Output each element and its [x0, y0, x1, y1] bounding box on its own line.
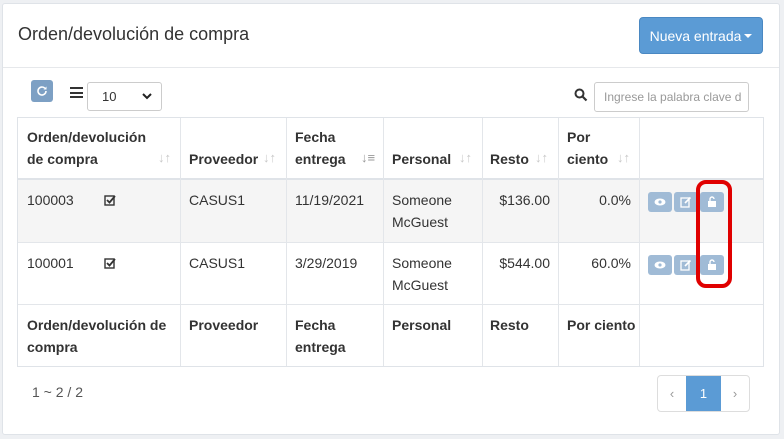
header-provider[interactable]: Proveedor — [189, 148, 258, 170]
eye-icon — [654, 261, 666, 269]
footer-percent: Por ciento — [567, 317, 636, 333]
edit-button[interactable] — [674, 255, 698, 275]
column-divider — [482, 118, 483, 366]
pagination-info: 1 ~ 2 / 2 — [32, 384, 83, 400]
column-divider — [383, 118, 384, 366]
edit-button[interactable] — [674, 192, 698, 212]
search-placeholder: Ingrese la palabra clave d — [604, 90, 742, 104]
list-icon — [70, 87, 83, 98]
sort-icon[interactable]: ↓↑ — [459, 150, 472, 165]
header-percent[interactable]: Por ciento — [567, 126, 608, 170]
order-number[interactable]: 100001 — [27, 252, 74, 274]
percent-cell: 0.0% — [599, 192, 631, 208]
search-icon — [574, 88, 588, 102]
new-entry-button[interactable]: Nueva entrada — [639, 17, 763, 54]
pagination: ‹ 1 › — [657, 375, 750, 412]
column-divider — [558, 118, 559, 366]
header-rest[interactable]: Resto — [490, 148, 529, 170]
view-button[interactable] — [648, 192, 672, 212]
prev-page-button[interactable]: ‹ — [658, 376, 686, 411]
next-page-button[interactable]: › — [721, 376, 749, 411]
footer-staff: Personal — [392, 317, 452, 333]
page-1-button[interactable]: 1 — [686, 376, 721, 411]
column-divider — [639, 118, 640, 366]
sort-icon[interactable]: ↓↑ — [158, 150, 171, 165]
sort-icon[interactable]: ↓↑ — [535, 150, 548, 165]
date-cell: 3/29/2019 — [295, 255, 358, 271]
footer-order: Orden/devolución de compra — [27, 317, 167, 355]
provider-cell: CASUS1 — [189, 192, 246, 208]
eye-icon — [654, 198, 666, 206]
chevron-down-icon — [142, 93, 152, 100]
footer-rest: Resto — [490, 317, 529, 333]
search-input[interactable]: Ingrese la palabra clave d — [594, 82, 749, 112]
view-button[interactable] — [648, 255, 672, 275]
refresh-button[interactable] — [31, 80, 53, 102]
sort-icon[interactable]: ↓↑ — [263, 150, 276, 165]
caret-down-icon — [744, 33, 753, 38]
rest-cell: $544.00 — [499, 255, 550, 271]
sort-icon[interactable]: ↓↑ — [617, 150, 630, 165]
checked-box-icon — [104, 258, 116, 269]
page-title: Orden/devolución de compra — [18, 24, 250, 44]
provider-cell: CASUS1 — [189, 255, 246, 271]
order-number[interactable]: 100003 — [27, 189, 74, 211]
panel-header: Orden/devolución de compra Nueva entrada — [3, 4, 779, 68]
header-order[interactable]: Orden/devolución de compra — [27, 126, 146, 170]
orders-table: Orden/devolución de compra ↓↑ Proveedor ↓… — [17, 117, 764, 367]
rest-cell: $136.00 — [499, 192, 550, 208]
edit-icon — [680, 196, 692, 208]
refresh-icon — [37, 86, 47, 96]
date-cell: 11/19/2021 — [295, 192, 365, 208]
column-divider — [286, 118, 287, 366]
footer-provider: Proveedor — [189, 317, 259, 333]
column-divider — [180, 118, 181, 366]
sort-desc-icon[interactable]: ↓≡ — [361, 150, 375, 165]
new-entry-label: Nueva entrada — [649, 27, 742, 44]
percent-cell: 60.0% — [591, 255, 631, 271]
footer-date: Fecha entrega — [295, 317, 346, 355]
highlight-annotation — [696, 180, 732, 288]
page-size-value: 10 — [102, 89, 117, 104]
header-staff[interactable]: Personal — [392, 148, 451, 170]
staff-cell: Someone McGuest — [392, 255, 452, 293]
page-size-select[interactable]: 10 — [87, 82, 162, 111]
staff-cell: Someone McGuest — [392, 192, 452, 230]
header-date[interactable]: Fecha entrega — [295, 126, 346, 170]
edit-icon — [680, 259, 692, 271]
checked-box-icon — [104, 195, 116, 206]
